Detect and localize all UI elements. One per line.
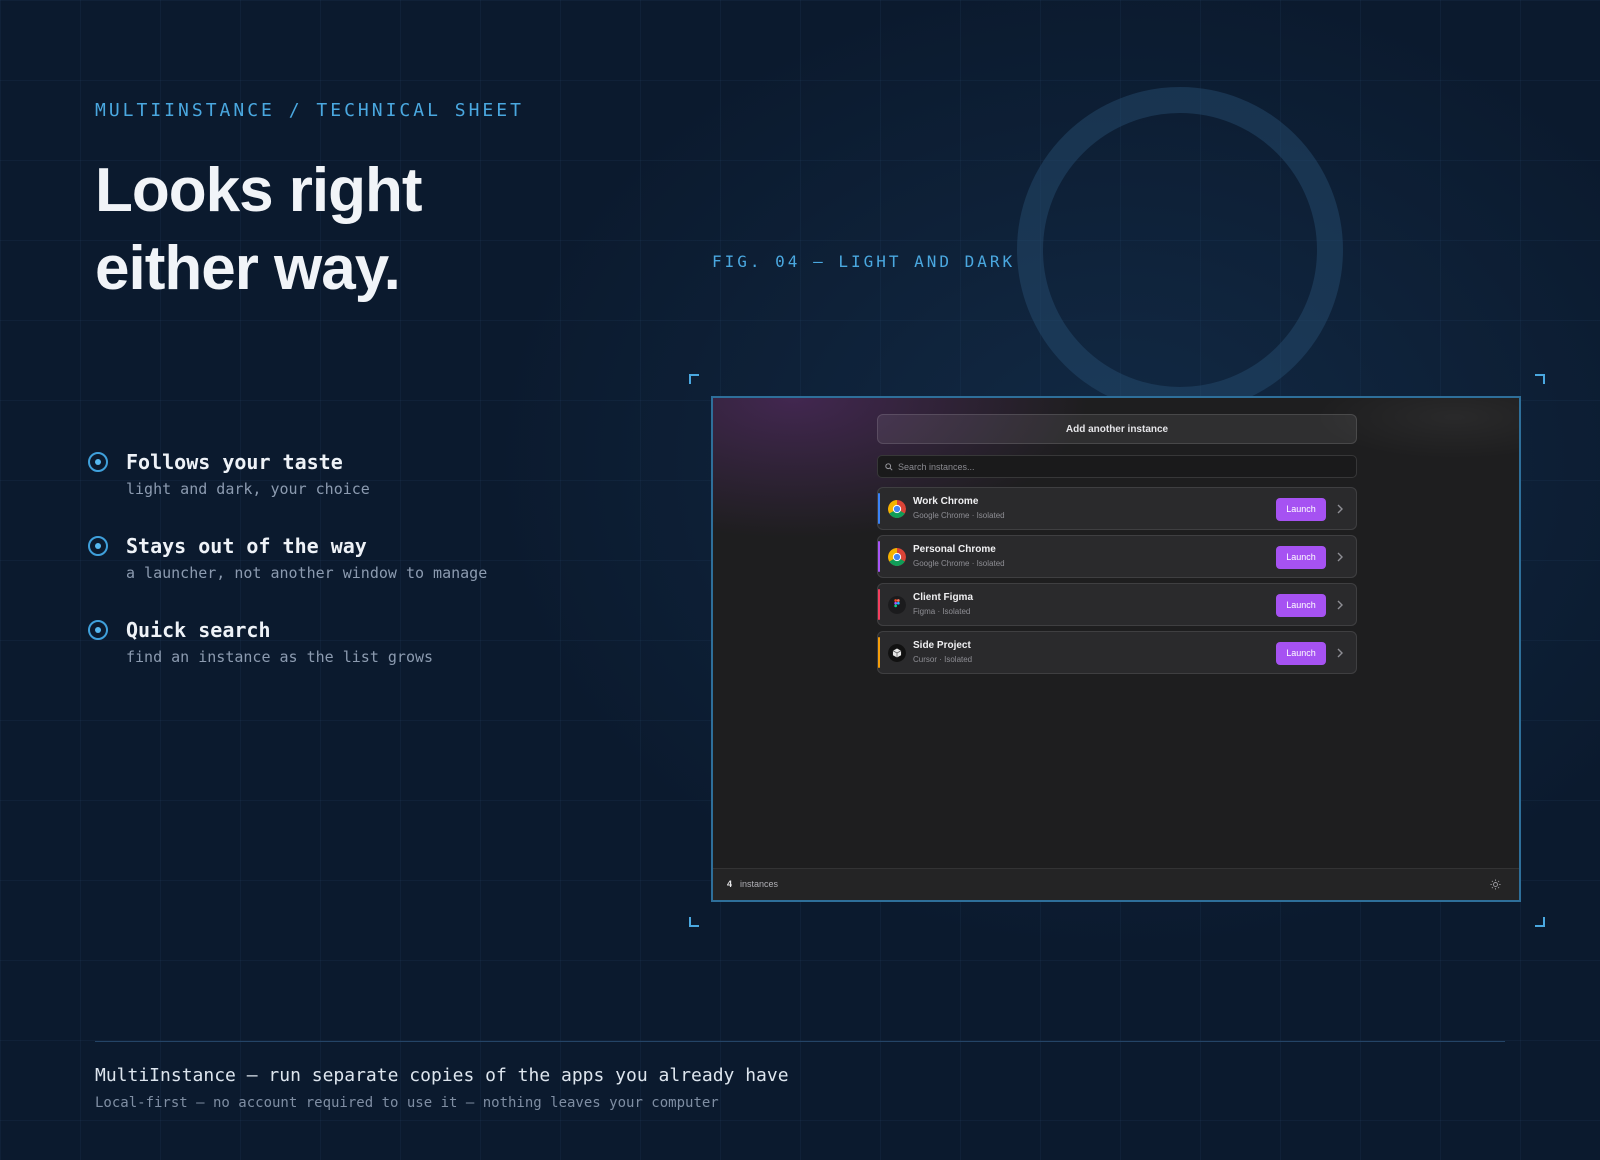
- instance-row[interactable]: Client Figma Figma · Isolated Launch: [877, 583, 1357, 626]
- instance-row[interactable]: Side Project Cursor · Isolated Launch: [877, 631, 1357, 674]
- chevron-right-icon[interactable]: [1335, 502, 1345, 516]
- feature-subtitle: a launcher, not another window to manage: [126, 564, 488, 582]
- add-instance-button[interactable]: Add another instance: [877, 414, 1357, 444]
- feature-item: Quick search find an instance as the lis…: [88, 616, 487, 700]
- bullet-dot-icon: [88, 620, 108, 640]
- feature-item: Follows your taste light and dark, your …: [88, 448, 487, 532]
- sun-icon[interactable]: [1490, 879, 1501, 890]
- app-window-screenshot: Add another instance Work Chrome Google …: [711, 396, 1521, 902]
- launch-button[interactable]: Launch: [1276, 642, 1326, 665]
- feature-item: Stays out of the way a launcher, not ano…: [88, 532, 487, 616]
- instance-name: Client Figma: [913, 592, 974, 603]
- feature-title: Stays out of the way: [126, 534, 367, 558]
- footer-title: MultiInstance — run separate copies of t…: [95, 1065, 789, 1086]
- chevron-right-icon[interactable]: [1335, 598, 1345, 612]
- search-icon: [885, 462, 893, 471]
- instance-row[interactable]: Work Chrome Google Chrome · Isolated Lau…: [877, 487, 1357, 530]
- feature-list: Follows your taste light and dark, your …: [88, 448, 487, 700]
- frame-corner-bottom-right: [1535, 917, 1545, 927]
- instance-name: Side Project: [913, 640, 971, 651]
- bullet-dot-icon: [88, 536, 108, 556]
- row-accent-bar: [878, 589, 880, 620]
- instance-subtitle: Google Chrome · Isolated: [913, 511, 1005, 520]
- instance-row[interactable]: Personal Chrome Google Chrome · Isolated…: [877, 535, 1357, 578]
- footer-divider: [95, 1041, 1505, 1042]
- eyebrow-label: MULTIINSTANCE / TECHNICAL SHEET: [95, 100, 524, 121]
- frame-corner-top-right: [1535, 374, 1545, 384]
- figma-icon: [888, 596, 906, 614]
- instance-name: Work Chrome: [913, 496, 979, 507]
- figure-label: FIG. 04 — LIGHT AND DARK: [712, 252, 1016, 271]
- instance-count: 4: [727, 879, 733, 889]
- cursor-icon: [888, 644, 906, 662]
- instance-list: Work Chrome Google Chrome · Isolated Lau…: [877, 487, 1357, 674]
- frame-corner-top-left: [689, 374, 699, 384]
- chrome-icon: [888, 548, 906, 566]
- feature-subtitle: find an instance as the list grows: [126, 648, 434, 666]
- instance-subtitle: Cursor · Isolated: [913, 655, 973, 664]
- feature-subtitle: light and dark, your choice: [126, 480, 370, 498]
- page-headline: Looks right either way.: [95, 152, 423, 308]
- chevron-right-icon[interactable]: [1335, 550, 1345, 564]
- search-bar[interactable]: [877, 455, 1357, 478]
- instance-count-label: instances: [740, 879, 779, 889]
- chrome-icon: [888, 500, 906, 518]
- feature-title: Follows your taste: [126, 450, 343, 474]
- row-accent-bar: [878, 637, 880, 668]
- instance-subtitle: Figma · Isolated: [913, 607, 971, 616]
- launch-button[interactable]: Launch: [1276, 594, 1326, 617]
- footer-subtitle: Local-first — no account required to use…: [95, 1095, 719, 1111]
- chevron-right-icon[interactable]: [1335, 646, 1345, 660]
- row-accent-bar: [878, 493, 880, 524]
- feature-title: Quick search: [126, 618, 271, 642]
- launch-button[interactable]: Launch: [1276, 546, 1326, 569]
- status-bar: 4 instances: [713, 868, 1519, 900]
- bullet-dot-icon: [88, 452, 108, 472]
- launch-button[interactable]: Launch: [1276, 498, 1326, 521]
- search-input[interactable]: [898, 461, 1338, 472]
- headline-line-1: Looks right: [95, 156, 423, 225]
- decorative-ring: [1017, 87, 1343, 413]
- instance-panel: Add another instance Work Chrome Google …: [877, 414, 1357, 679]
- frame-corner-bottom-left: [689, 917, 699, 927]
- instance-name: Personal Chrome: [913, 544, 996, 555]
- instance-subtitle: Google Chrome · Isolated: [913, 559, 1005, 568]
- headline-line-2: either way.: [95, 234, 401, 303]
- row-accent-bar: [878, 541, 880, 572]
